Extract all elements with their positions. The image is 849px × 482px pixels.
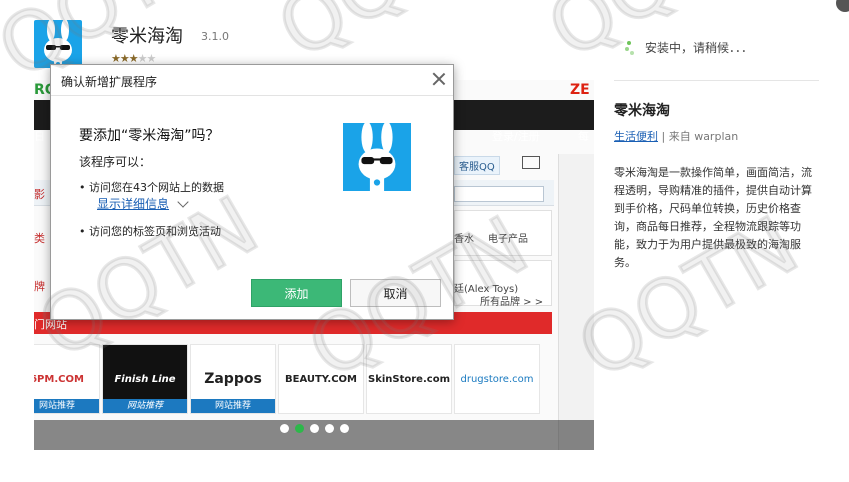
preview-left-label: 影 [34,188,45,201]
carousel-dot[interactable] [310,424,319,433]
preview-logo-right: ZE [570,82,590,98]
preview-nav-left: 日 [34,130,45,143]
site-tile-tag: 网站推荐 [191,399,275,413]
dialog-permissions-heading: 该程序可以： [79,155,152,169]
preview-left-label: 牌 [34,280,45,293]
extension-source: | 来自 warplan [661,130,739,143]
dialog-divider [51,95,453,96]
site-tile-label: drugstore.com [460,373,534,385]
loading-spinner-icon [625,40,639,55]
add-button[interactable]: 添加 [251,279,342,307]
site-tile: 6PM.COM 网站推荐 [34,344,100,414]
carousel-dot[interactable] [295,424,304,433]
site-tile-tag: 网站推荐 [103,399,187,413]
divider [614,80,819,81]
category-link[interactable]: 生活便利 [614,130,658,143]
dialog-title: 确认新增扩展程序 [61,75,158,89]
preview-category: 香水 [454,234,474,245]
close-icon[interactable] [431,71,447,87]
site-tile-label: Finish Line [114,373,176,385]
extension-icon [343,123,411,191]
app-name: 零米海淘 [111,26,183,47]
preview-all-brands: 所有品牌 > > [480,297,544,308]
preview-searchbox [454,186,544,202]
extension-description: 零米海淘是一款操作简单，画面简洁，流程透明，导购精准的插件，提供自动计算到手价格… [614,166,812,269]
permission-item: • 访问您在43个网站上的数据 [79,181,224,194]
site-tile: Zappos 网站推荐 [190,344,276,414]
preview-left-label: 类 [34,232,45,245]
extension-install-page: 零米海淘 3.1.0 ★★★★★ 安装中，请稍候．．． RO ZE 日 登录/注… [0,0,849,482]
install-status-text: 安装中，请稍候．．． [645,41,754,55]
cancel-button[interactable]: 取消 [350,279,441,307]
site-tile-label: SkinStore.com [368,373,450,385]
site-tile: Finish Line 网站推荐 [102,344,188,414]
site-tile: drugstore.com [454,344,540,414]
carousel-dot[interactable] [325,424,334,433]
site-tile-label: Zappos [204,371,262,387]
site-tile-label: 6PM.COM [34,373,84,385]
extension-title: 零米海淘 [614,103,670,119]
site-tile: SkinStore.com [366,344,452,414]
chevron-down-icon [177,195,189,208]
window-close-icon[interactable] [836,0,849,12]
site-tile-label: BEAUTY.COM [284,373,357,385]
dialog-question: 要添加“零米海淘”吗？ [79,128,220,144]
preview-scroll-panel [558,154,594,450]
app-version: 3.1.0 [201,30,229,43]
extension-meta: 生活便利 | 来自 warplan [614,128,738,144]
show-details-label: 显示详细信息 [97,197,170,211]
preview-qq-badge: 客服QQ [454,156,500,175]
preview-category: 电子产品 [488,234,528,245]
confirm-extension-dialog: 确认新增扩展程序 要添加“零米海淘”吗？ 该程序可以： • 访问您在43个网站上… [50,64,454,320]
install-status: 安装中，请稍候．．． [625,39,753,56]
carousel-dot[interactable] [340,424,349,433]
mail-icon [522,156,540,169]
site-tile-tag: 网站推荐 [34,399,99,413]
show-details-link[interactable]: 显示详细信息 [97,195,189,212]
preview-nav-right: 每 [578,130,589,143]
carousel-dots [280,424,349,433]
carousel-dot[interactable] [280,424,289,433]
preview-login: 登录/注册 [492,130,540,143]
site-tile: BEAUTY.COM [278,344,364,414]
app-icon [34,20,82,68]
permission-item: • 访问您的标签页和浏览活动 [79,225,221,238]
